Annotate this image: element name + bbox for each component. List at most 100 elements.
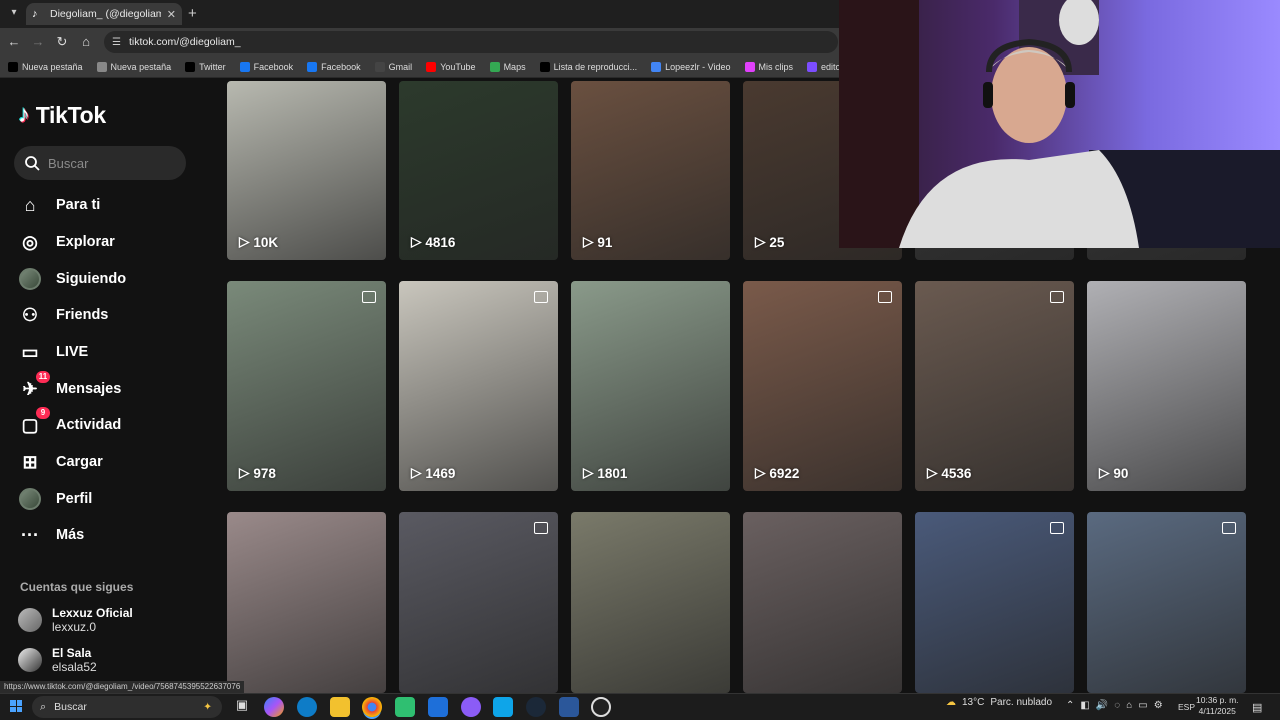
- app-arrow-icon[interactable]: [493, 697, 513, 717]
- view-count-value: 25: [769, 234, 785, 250]
- notifications-icon[interactable]: ▤: [1252, 701, 1262, 714]
- video-card[interactable]: ▷ 978: [227, 281, 386, 491]
- nav-item-5[interactable]: ✈ 11 Mensajes: [18, 371, 208, 404]
- play-icon: ▷: [583, 465, 594, 480]
- steam-icon[interactable]: [526, 697, 546, 717]
- video-card[interactable]: ▷ 1801: [571, 281, 730, 491]
- view-count-value: 1801: [597, 465, 628, 481]
- nav-item-2[interactable]: Siguiendo: [18, 264, 208, 294]
- mail-icon[interactable]: [428, 697, 448, 717]
- account-name: Lexxuz Oficial: [52, 606, 133, 620]
- file-explorer-icon[interactable]: [330, 697, 350, 717]
- home-button-icon[interactable]: ⌂: [78, 34, 94, 49]
- tab-search-icon[interactable]: ▾: [6, 5, 22, 21]
- chrome-icon[interactable]: [362, 697, 382, 717]
- word-icon[interactable]: [559, 697, 579, 717]
- copilot-icon[interactable]: [264, 697, 284, 717]
- facebook-icon: [239, 61, 250, 72]
- nav-item-3[interactable]: ⚇ Friends: [18, 300, 208, 330]
- video-card[interactable]: ▷ 91: [571, 81, 730, 260]
- nav-label: Friends: [56, 307, 109, 323]
- view-count: ▷ 90: [1099, 465, 1128, 481]
- photo-mode-icon: [534, 291, 548, 303]
- clock[interactable]: 10:36 p. m. 4/11/2025: [1196, 695, 1239, 717]
- following-accounts-title: Cuentas que sigues: [20, 580, 134, 594]
- video-card[interactable]: [915, 512, 1074, 693]
- weather-widget[interactable]: ☁ 13°C Parc. nublado: [946, 697, 1052, 708]
- back-icon[interactable]: ←: [6, 34, 22, 49]
- nav-item-9[interactable]: ··· Más: [18, 520, 208, 550]
- account-avatar: [18, 608, 42, 632]
- bookmark-9[interactable]: Lopeezlr - Video: [651, 61, 731, 72]
- language-indicator[interactable]: ESP: [1178, 702, 1195, 712]
- view-count-value: 91: [597, 234, 613, 250]
- nav-item-4[interactable]: ▭ LIVE: [18, 337, 208, 367]
- friends-icon: ⚇: [21, 304, 39, 325]
- view-count: ▷ 1801: [583, 465, 627, 481]
- store-icon[interactable]: [395, 697, 415, 717]
- search-box[interactable]: [14, 146, 186, 180]
- nav-item-0[interactable]: ⌂ Para ti: [18, 190, 208, 220]
- video-card[interactable]: ▷ 1469: [399, 281, 558, 491]
- address-bar[interactable]: ☰ tiktok.com/@diegoliam_: [104, 31, 838, 53]
- bookmark-8[interactable]: Lista de reproducci...: [539, 61, 637, 72]
- bookmark-10[interactable]: Mis clips: [744, 61, 793, 72]
- task-view-icon[interactable]: ▣: [232, 697, 252, 717]
- play-icon: ▷: [583, 234, 594, 249]
- nav-item-8[interactable]: Perfil: [18, 484, 208, 514]
- bookmark-1[interactable]: Nueva pestaña: [96, 61, 171, 72]
- logo-text: TikTok: [35, 101, 107, 128]
- taskbar-search[interactable]: ⌕ Buscar ✦: [32, 696, 222, 718]
- video-card[interactable]: ▷ 6922: [743, 281, 902, 491]
- view-count: ▷ 4816: [411, 234, 455, 250]
- view-count: ▷ 25: [755, 234, 784, 250]
- copilot-sparkle-icon: ✦: [203, 701, 212, 713]
- play-icon: ▷: [755, 234, 766, 249]
- following-account-0[interactable]: Lexxuz Oficial lexxuz.0: [18, 606, 133, 634]
- view-count-value: 90: [1113, 465, 1129, 481]
- site-info-icon[interactable]: ☰: [112, 37, 121, 48]
- video-card[interactable]: ▷ 90: [1087, 281, 1246, 491]
- play-icon: ▷: [755, 465, 766, 480]
- photo-mode-icon: [362, 291, 376, 303]
- edge-icon[interactable]: [297, 697, 317, 717]
- video-card[interactable]: [743, 512, 902, 693]
- new-tab-button[interactable]: +: [188, 5, 197, 22]
- system-tray-icons[interactable]: ⌃◧🔊◌⌂▭⚙: [1066, 700, 1169, 711]
- search-input[interactable]: [48, 155, 168, 171]
- bookmark-3[interactable]: Facebook: [239, 61, 293, 72]
- bookmark-4[interactable]: Facebook: [307, 61, 361, 72]
- tab-title: Diegoliam_ (@diegoliam_) | TikTok: [50, 8, 161, 20]
- forward-icon[interactable]: →: [30, 34, 46, 49]
- tiktok-logo[interactable]: ♪ TikTok: [18, 101, 106, 129]
- nav-item-6[interactable]: ▢ 9 Actividad: [18, 407, 208, 440]
- nav-label: Siguiendo: [56, 271, 127, 287]
- video-card[interactable]: ▷ 10K: [227, 81, 386, 260]
- video-card[interactable]: [571, 512, 730, 693]
- webcam-overlay: [839, 0, 1280, 248]
- nav-badge: 9: [36, 407, 50, 419]
- video-card[interactable]: ▷ 4816: [399, 81, 558, 260]
- following-account-1[interactable]: El Sala elsala52: [18, 646, 97, 674]
- view-count-value: 4536: [941, 465, 972, 481]
- bookmark-2[interactable]: Twitter: [185, 61, 226, 72]
- app-icon[interactable]: [461, 697, 481, 717]
- nav-item-7[interactable]: ⊞ Cargar: [18, 447, 208, 477]
- bookmark-0[interactable]: Nueva pestaña: [8, 61, 83, 72]
- view-count-value: 4816: [425, 234, 456, 250]
- weather-icon: ☁: [946, 697, 956, 708]
- video-card[interactable]: [399, 512, 558, 693]
- video-card[interactable]: [1087, 512, 1246, 693]
- windows-start-icon[interactable]: [10, 700, 22, 712]
- video-card[interactable]: [227, 512, 386, 693]
- bookmark-label: Nueva pestaña: [22, 61, 83, 72]
- nav-item-1[interactable]: ◎ Explorar: [18, 227, 208, 257]
- close-tab-icon[interactable]: ✕: [167, 8, 176, 21]
- reload-icon[interactable]: ↻: [54, 34, 70, 50]
- browser-tab-active[interactable]: ♪ Diegoliam_ (@diegoliam_) | TikTok ✕: [26, 3, 182, 25]
- video-card[interactable]: ▷ 4536: [915, 281, 1074, 491]
- bookmark-7[interactable]: Maps: [489, 61, 526, 72]
- bookmark-6[interactable]: YouTube: [426, 61, 476, 72]
- obs-icon[interactable]: [591, 697, 611, 717]
- bookmark-5[interactable]: Gmail: [374, 61, 412, 72]
